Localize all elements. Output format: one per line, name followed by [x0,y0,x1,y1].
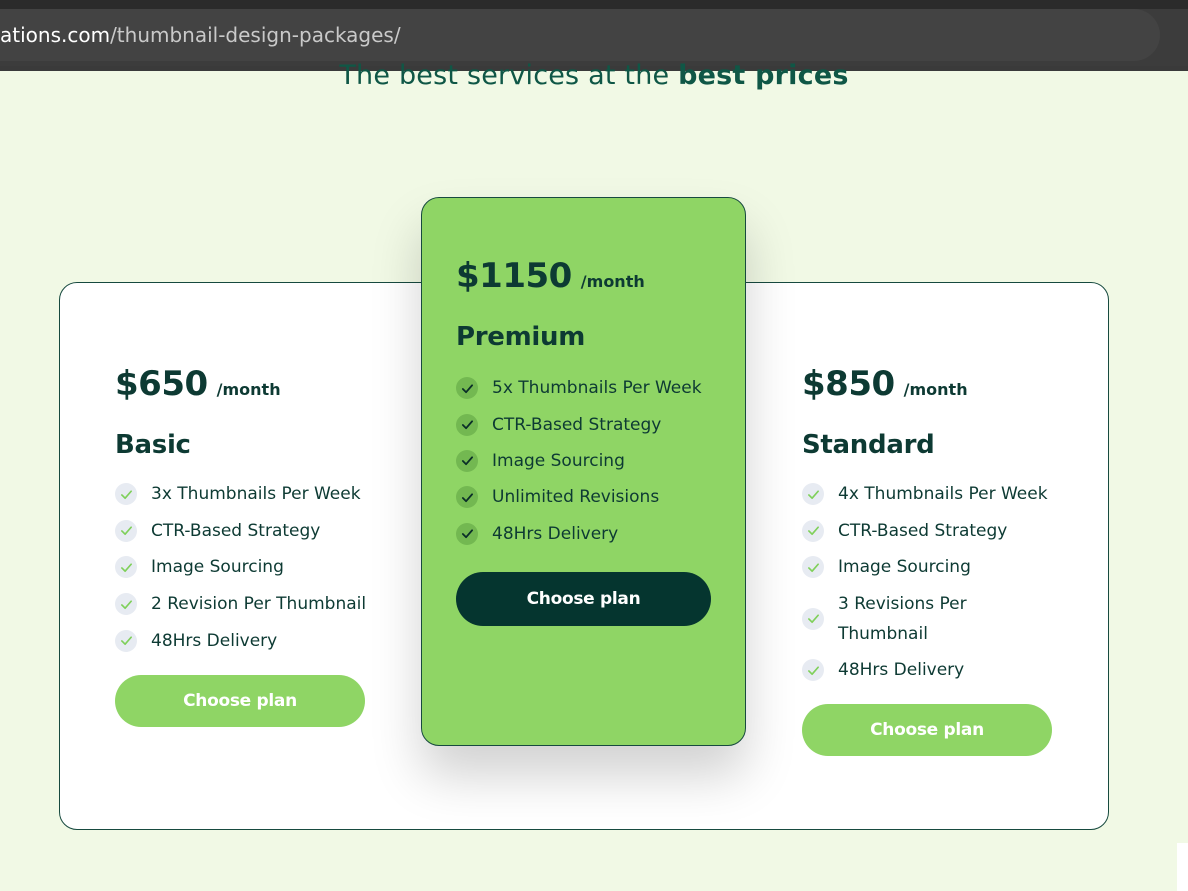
check-icon [802,607,824,630]
check-icon [115,483,137,506]
address-bar[interactable]: ations.com/thumbnail-design-packages/ [0,9,1160,61]
feature-item: 5x Thumbnails Per Week [456,370,726,406]
feature-item: Image Sourcing [115,549,385,586]
check-icon [802,519,824,542]
feature-list: 4x Thumbnails Per Week CTR-Based Strateg… [802,476,1062,688]
feature-item: CTR-Based Strategy [115,513,385,550]
check-icon [456,413,478,436]
feature-label: CTR-Based Strategy [838,520,1008,541]
feature-item: 48Hrs Delivery [115,622,385,659]
url-path: /thumbnail-design-packages/ [110,23,401,47]
check-icon [456,377,478,400]
plan-card-premium: $1150 /month Premium 5x Thumbnails Per W… [456,256,726,626]
feature-item: 3x Thumbnails Per Week [115,476,385,513]
plan-price: $1150 [456,256,572,296]
scrollbar-fragment [1177,843,1188,891]
plan-card-basic: $650 /month Basic 3x Thumbnails Per Week… [115,364,385,727]
choose-plan-button-premium[interactable]: Choose plan [456,571,711,626]
feature-label: 2 Revision Per Thumbnail [151,594,367,615]
feature-label: 4x Thumbnails Per Week [838,484,1048,505]
headline-text: The best services at the [339,60,679,91]
feature-list: 5x Thumbnails Per Week CTR-Based Strateg… [456,370,726,552]
check-icon [115,519,137,542]
choose-plan-button-standard[interactable]: Choose plan [802,704,1052,757]
check-icon [115,593,137,616]
price-row: $650 /month [115,364,385,404]
plan-price: $850 [802,364,895,404]
plan-name: Premium [456,322,586,352]
feature-item: 2 Revision Per Thumbnail [115,586,385,623]
feature-item: 48Hrs Delivery [456,516,726,552]
feature-label: Image Sourcing [492,450,625,471]
plan-card-standard: $850 /month Standard 4x Thumbnails Per W… [802,364,1062,757]
price-row: $1150 /month [456,256,726,296]
feature-label: Image Sourcing [151,557,284,578]
check-icon [456,486,478,509]
feature-label: Image Sourcing [838,557,971,578]
tab-strip [0,0,1188,9]
check-icon [802,556,824,579]
url-host: ations.com [0,23,111,47]
feature-label: 3x Thumbnails Per Week [151,484,361,505]
feature-label: CTR-Based Strategy [151,520,321,541]
feature-label: CTR-Based Strategy [492,414,662,435]
feature-label: 48Hrs Delivery [151,630,278,651]
check-icon [802,483,824,506]
section-headline: The best services at the best prices [0,60,1188,94]
feature-item: 3 Revisions Per Thumbnail [802,586,1062,652]
feature-item: Image Sourcing [456,443,726,479]
feature-list: 3x Thumbnails Per Week CTR-Based Strateg… [115,476,385,659]
feature-label: 5x Thumbnails Per Week [492,378,702,399]
feature-item: Unlimited Revisions [456,479,726,515]
feature-item: CTR-Based Strategy [802,513,1062,550]
feature-item: 4x Thumbnails Per Week [802,476,1062,513]
plan-name: Basic [115,430,191,460]
price-row: $850 /month [802,364,1062,404]
check-icon [802,659,824,682]
feature-item: CTR-Based Strategy [456,406,726,442]
headline-bold: best prices [678,60,849,91]
plan-name: Standard [802,430,935,460]
plan-period: /month [903,380,968,399]
check-icon [115,556,137,579]
check-icon [456,522,478,545]
plan-period: /month [580,272,645,291]
feature-label: 48Hrs Delivery [838,660,965,681]
choose-plan-button-basic[interactable]: Choose plan [115,674,365,727]
feature-label: 48Hrs Delivery [492,523,619,544]
feature-item: 48Hrs Delivery [802,652,1062,689]
check-icon [456,449,478,472]
feature-label: 3 Revisions Per Thumbnail [838,593,967,644]
check-icon [115,629,137,652]
feature-label: Unlimited Revisions [492,487,660,508]
plan-price: $650 [115,364,208,404]
feature-item: Image Sourcing [802,549,1062,586]
plan-period: /month [216,380,281,399]
